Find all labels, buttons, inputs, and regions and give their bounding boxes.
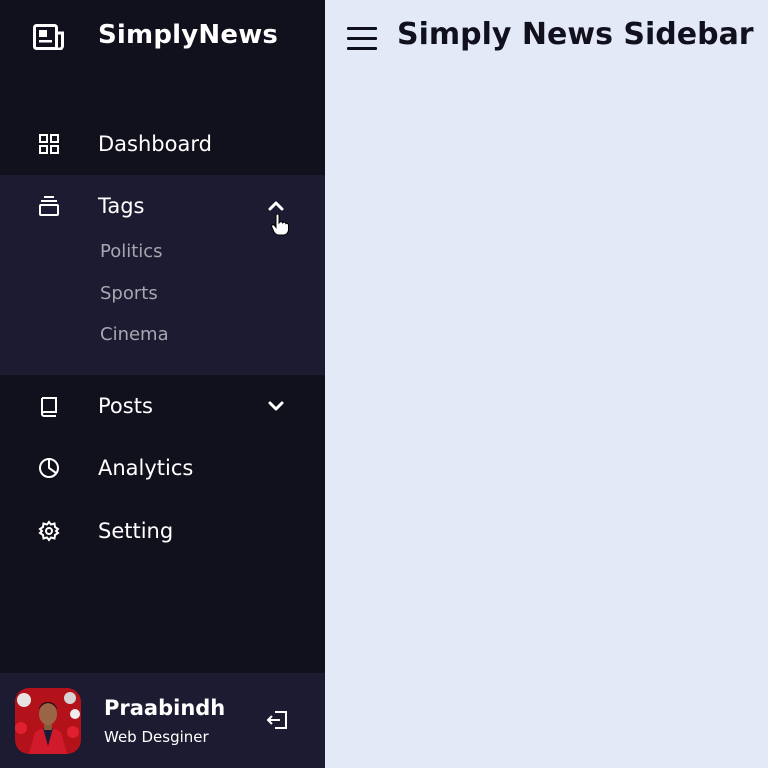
brand-name: SimplyNews (98, 20, 279, 50)
submenu-item-politics[interactable]: Politics (100, 241, 163, 262)
book-icon (36, 393, 62, 419)
sidebar: SimplyNews Dashboard Tags Politics Sport… (0, 0, 325, 768)
avatar[interactable] (15, 688, 81, 754)
newspaper-icon (33, 24, 64, 50)
profile-name: Praabindh (104, 696, 226, 720)
top-header: Simply News Sidebar (325, 0, 768, 80)
logo[interactable]: SimplyNews (0, 0, 325, 76)
submenu-item-sports[interactable]: Sports (100, 283, 158, 304)
collection-icon (36, 193, 62, 219)
profile-job: Web Desginer (104, 728, 209, 746)
logout-icon[interactable] (264, 707, 290, 733)
hamburger-menu-icon[interactable] (347, 25, 379, 53)
chevron-down-icon[interactable] (264, 394, 288, 418)
nav-label-posts: Posts (98, 394, 153, 418)
nav-label-dashboard: Dashboard (98, 132, 212, 156)
nav-item-dashboard[interactable]: Dashboard (0, 113, 325, 175)
pie-chart-icon (36, 455, 62, 481)
submenu-item-cinema[interactable]: Cinema (100, 324, 169, 345)
nav-label-analytics: Analytics (98, 456, 194, 480)
nav-label-tags: Tags (98, 194, 145, 218)
profile-section: Praabindh Web Desginer (0, 673, 325, 768)
hand-pointer-cursor-icon (271, 214, 289, 236)
nav-label-setting: Setting (98, 519, 174, 543)
page-title: Simply News Sidebar (397, 17, 754, 52)
nav-item-posts[interactable]: Posts (0, 375, 325, 437)
nav-item-setting[interactable]: Setting (0, 500, 325, 562)
grid-icon (36, 131, 62, 157)
gear-icon (36, 518, 62, 544)
nav-item-analytics[interactable]: Analytics (0, 437, 325, 499)
